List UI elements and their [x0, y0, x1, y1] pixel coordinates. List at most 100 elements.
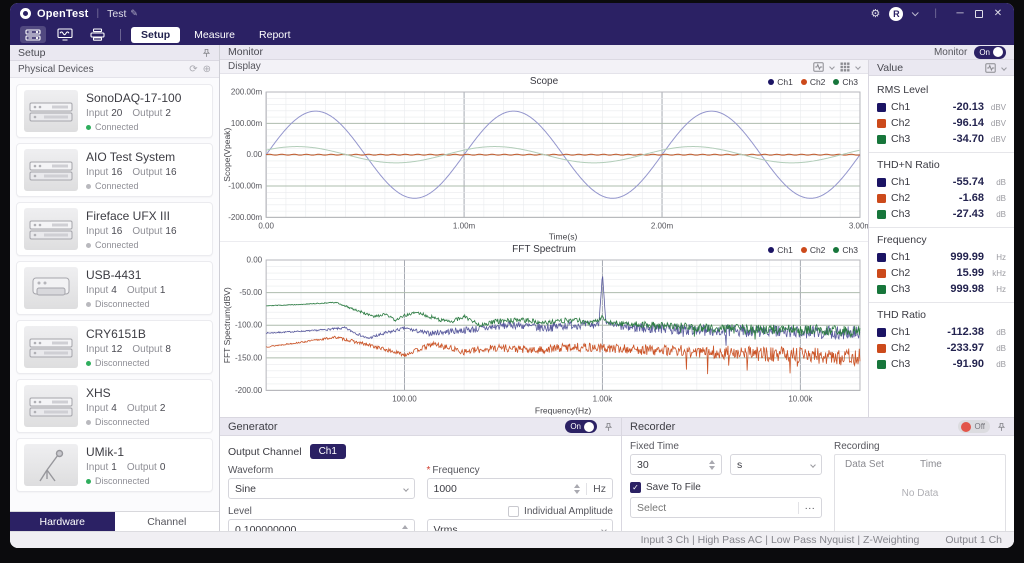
- channel-swatch: [877, 119, 886, 128]
- svg-text:100.00: 100.00: [392, 394, 417, 403]
- svg-text:-150.00: -150.00: [235, 353, 263, 362]
- device-card[interactable]: CRY6151BInput12Output8Disconnected: [16, 320, 213, 374]
- legend-item-ch3[interactable]: Ch3: [833, 77, 858, 87]
- refresh-icon[interactable]: ⟳: [189, 64, 197, 75]
- svg-text:-200.00: -200.00: [235, 386, 263, 395]
- frequency-input[interactable]: [434, 483, 569, 495]
- pin-icon[interactable]: [997, 422, 1006, 432]
- monitor-nav-icon[interactable]: [52, 26, 78, 43]
- value-panel-title: Value: [877, 62, 903, 74]
- device-card[interactable]: Fireface UFX IIIInput16Output16Connected: [16, 202, 213, 256]
- individual-amplitude-checkbox[interactable]: [508, 506, 519, 517]
- measurement-unit: kHz: [984, 269, 1006, 278]
- chevron-down-icon[interactable]: [1001, 65, 1007, 71]
- legend-item-ch1[interactable]: Ch1: [768, 77, 793, 87]
- channel-swatch: [877, 135, 886, 144]
- channel-swatch: [877, 269, 886, 278]
- level-label: Level: [228, 506, 415, 517]
- device-photo: [24, 326, 78, 368]
- monitor-toggle[interactable]: On: [974, 46, 1006, 59]
- browse-files-button[interactable]: ···: [798, 502, 816, 514]
- channel-name: Ch2: [891, 342, 910, 354]
- device-io: Input4Output2: [86, 403, 165, 414]
- status-dot: [86, 361, 91, 366]
- value-group-label: RMS Level: [869, 81, 1014, 99]
- value-row: Ch1-55.74dB: [869, 174, 1014, 190]
- waveform-select[interactable]: Sine: [228, 478, 415, 499]
- avatar[interactable]: R: [889, 7, 903, 21]
- frequency-stepper[interactable]: [568, 484, 580, 494]
- generator-title: Generator: [228, 421, 278, 433]
- svg-text:2.00m: 2.00m: [651, 221, 674, 230]
- add-device-icon[interactable]: ⊕: [203, 64, 211, 75]
- generator-toggle[interactable]: On: [565, 420, 597, 433]
- pin-icon[interactable]: [604, 422, 613, 432]
- level-input[interactable]: [235, 524, 396, 532]
- fixed-time-stepper[interactable]: [703, 460, 715, 470]
- devices-nav-icon[interactable]: [20, 26, 46, 43]
- waveform-value-icon[interactable]: [985, 63, 996, 73]
- pin-icon[interactable]: [202, 48, 211, 58]
- device-card[interactable]: USB-4431Input4Output1Disconnected: [16, 261, 213, 315]
- legend-item-ch1[interactable]: Ch1: [768, 245, 793, 255]
- scope-plot: 200.00m100.00m0.00-100.00m-200.00m0.001.…: [220, 87, 868, 242]
- legend-item-ch2[interactable]: Ch2: [801, 77, 826, 87]
- grid-layout-icon[interactable]: [840, 62, 850, 72]
- value-row: Ch3999.98Hz: [869, 281, 1014, 297]
- edit-project-icon[interactable]: ✎: [130, 8, 138, 19]
- file-select-input[interactable]: [637, 502, 792, 514]
- svg-text:-100.00m: -100.00m: [228, 182, 262, 191]
- fft-plot: 0.00-50.00-100.00-150.00-200.00100.001.0…: [220, 255, 868, 418]
- output-channel-chip[interactable]: Ch1: [310, 444, 346, 459]
- display-title: Display: [228, 61, 261, 72]
- status-text: Connected: [95, 122, 139, 132]
- device-card[interactable]: XHSInput4Output2Disconnected: [16, 379, 213, 433]
- tab-report[interactable]: Report: [249, 27, 301, 43]
- tab-channel[interactable]: Channel: [115, 512, 220, 531]
- scope-legend: Ch1 Ch2 Ch3: [768, 77, 858, 87]
- device-card[interactable]: SonoDAQ-17-100Input20Output2Connected: [16, 84, 213, 138]
- chevron-down-icon[interactable]: [829, 64, 835, 70]
- account-chevron-down-icon[interactable]: [912, 9, 919, 16]
- channel-name: Ch3: [891, 358, 910, 370]
- chevron-down-icon: [403, 486, 409, 492]
- measurement-unit: dB: [984, 194, 1006, 203]
- svg-text:0.00: 0.00: [258, 221, 274, 230]
- printer-icon: [90, 28, 105, 41]
- legend-item-ch2[interactable]: Ch2: [801, 245, 826, 255]
- output-status-summary: Output 1 Ch: [945, 534, 1002, 546]
- status-dot: [86, 184, 91, 189]
- status-dot: [86, 243, 91, 248]
- save-to-file-checkbox[interactable]: [630, 482, 641, 493]
- measurement-unit: dB: [984, 328, 1006, 337]
- measurement-unit: dBV: [984, 135, 1006, 144]
- device-name: XHS: [86, 386, 165, 400]
- channel-swatch: [877, 360, 886, 369]
- tab-measure[interactable]: Measure: [184, 27, 245, 43]
- channel-swatch: [877, 328, 886, 337]
- report-nav-icon[interactable]: [84, 26, 110, 43]
- legend-dot: [768, 79, 774, 85]
- fixed-time-input[interactable]: [637, 459, 703, 471]
- save-to-file-label: Save To File: [646, 482, 701, 493]
- waveform-view-icon[interactable]: [813, 62, 824, 72]
- tab-setup[interactable]: Setup: [131, 27, 180, 43]
- time-unit-select[interactable]: s: [730, 454, 822, 475]
- settings-gear-icon[interactable]: ⚙: [871, 7, 881, 20]
- device-card[interactable]: AIO Test SystemInput16Output16Connected: [16, 143, 213, 197]
- level-unit-select[interactable]: Vrms: [427, 519, 614, 531]
- status-dot: [86, 125, 91, 130]
- titlebar-divider: |: [97, 8, 100, 19]
- device-status: Connected: [86, 122, 181, 132]
- minimize-button[interactable]: ─: [954, 8, 966, 19]
- device-card[interactable]: UMik-1Input1Output0Disconnected: [16, 438, 213, 492]
- close-button[interactable]: ✕: [992, 8, 1004, 19]
- channel-name: Ch1: [891, 326, 910, 338]
- tab-hardware[interactable]: Hardware: [10, 512, 115, 531]
- device-photo: [24, 208, 78, 250]
- maximize-button[interactable]: [975, 10, 983, 18]
- recorder-toggle[interactable]: Off: [958, 420, 990, 433]
- svg-text:100.00m: 100.00m: [231, 119, 263, 128]
- legend-item-ch3[interactable]: Ch3: [833, 245, 858, 255]
- chevron-down-icon[interactable]: [855, 64, 861, 70]
